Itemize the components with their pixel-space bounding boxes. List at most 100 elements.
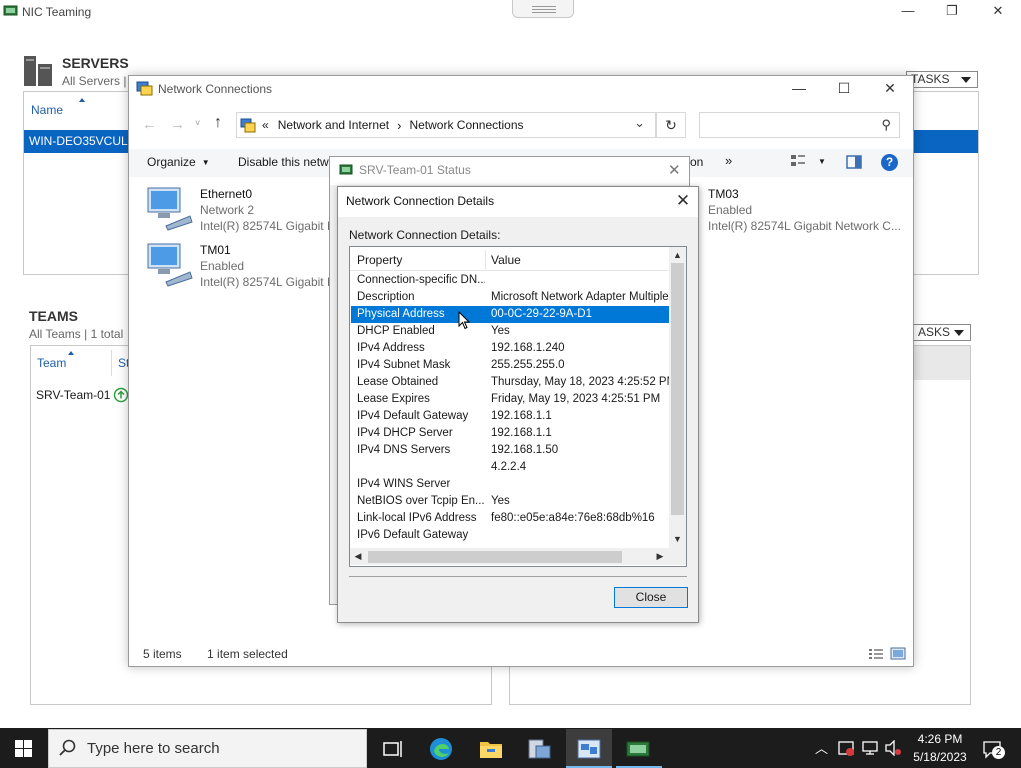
scroll-left-icon[interactable]: ◀ [353,551,363,562]
maximize-button[interactable]: ☐ [834,80,854,98]
details-row[interactable]: IPv4 Address 192.168.1.240 [351,340,669,357]
close-icon[interactable]: ✕ [672,191,694,211]
details-row-value: fe80::e05e:a84e:76e8:68db%16 [491,512,655,524]
details-row[interactable]: IPv4 WINS Server [351,476,669,493]
chevron-down-icon [954,330,964,336]
scroll-up-icon[interactable]: ▲ [671,250,684,260]
details-row[interactable]: Lease Obtained Thursday, May 18, 2023 4:2… [351,374,669,391]
preview-pane-icon[interactable] [846,155,862,169]
recent-locations-icon[interactable]: ˅ [195,118,200,128]
servers-subtitle: All Servers | [62,74,127,88]
scroll-right-icon[interactable]: ▶ [655,551,665,562]
taskbar-clock-date[interactable]: 5/18/2023 [910,750,970,764]
close-icon[interactable]: ✕ [668,161,681,179]
file-explorer-icon[interactable] [478,736,504,762]
details-row-value: Yes [491,325,510,337]
servers-tasks-label: TASKS [911,72,950,86]
vertical-scroll-thumb[interactable] [671,263,684,515]
organize-menu[interactable]: Organize ▼ [147,155,210,169]
details-row[interactable]: Lease Expires Friday, May 19, 2023 4:25:5… [351,391,669,408]
refresh-icon: ↻ [665,117,677,133]
connection-item-tm03[interactable]: TM03 Enabled Intel(R) 82574L Gigabit Net… [708,186,901,234]
team-name: SRV-Team-01 [36,388,111,402]
horizontal-scroll-thumb[interactable] [368,551,622,563]
team-column-header[interactable]: Team [37,356,66,370]
window-snap-grip[interactable] [512,0,574,18]
show-hidden-icons-chevron-icon[interactable]: ︿ [815,738,828,757]
disable-device-button[interactable]: Disable this netw [238,155,329,169]
view-options-button[interactable]: ▼ [790,154,826,168]
close-button[interactable]: ✕ [983,2,1013,22]
details-row-value: Friday, May 19, 2023 4:25:51 PM [491,393,661,405]
forward-arrow-icon[interactable]: → [170,116,185,133]
maximize-button[interactable]: ❐ [937,2,967,22]
details-row[interactable]: Physical Address 00-0C-29-22-9A-D1 [351,306,669,323]
nic-teaming-app-icon [3,5,18,16]
details-list-label: Network Connection Details: [349,228,501,242]
items-count: 5 items [143,647,182,661]
details-row-value: Thursday, May 18, 2023 4:25:52 PM [491,376,669,388]
details-row[interactable]: IPv4 DNS Servers 192.168.1.50 [351,442,669,459]
search-input[interactable]: ⚲ [699,112,900,138]
minimize-button[interactable]: — [893,2,923,22]
breadcrumb-network-internet[interactable]: Network and Internet [278,118,389,132]
details-row[interactable]: Link-local IPv6 Address fe80::e05e:a84e:7… [351,510,669,527]
details-row-value: Microsoft Network Adapter Multiplexor [491,291,669,303]
value-column-header[interactable]: Value [491,253,521,267]
back-arrow-icon[interactable]: ← [142,116,157,133]
taskbar-search-placeholder: Type here to search [87,740,220,757]
network-tray-icon[interactable] [861,740,879,756]
details-row[interactable]: Description Microsoft Network Adapter Mul… [351,289,669,306]
up-arrow-icon[interactable]: ↑ [214,114,222,132]
teams-tasks-dropdown[interactable]: ASKS [913,324,971,341]
server-manager-icon[interactable] [526,736,552,762]
details-row-property: IPv4 Default Gateway [357,410,469,422]
close-button[interactable]: Close [614,587,688,608]
status-bar: 5 items 1 item selected [143,647,288,661]
edge-browser-icon[interactable] [428,736,454,762]
details-row[interactable]: IPv4 DHCP Server 192.168.1.1 [351,425,669,442]
network-connections-taskbar-icon[interactable] [576,736,602,762]
connection-item-tm01[interactable]: TM01 Enabled Intel(R) 82574L Gigabit N [200,242,336,290]
chevron-down-icon: ▼ [818,156,826,166]
servers-tasks-dropdown[interactable]: TASKS [906,71,978,88]
connection-name: TM01 [200,243,231,257]
taskbar-clock-time[interactable]: 4:26 PM [915,732,965,746]
details-row[interactable]: DHCP Enabled Yes [351,323,669,340]
volume-muted-icon[interactable] [884,740,902,756]
more-commands-button[interactable]: » [725,153,732,168]
servers-name-column-header[interactable]: Name [31,103,63,117]
task-view-icon[interactable] [380,736,406,762]
breadcrumb-overflow[interactable]: « [262,118,269,132]
details-row[interactable]: IPv4 Default Gateway 192.168.1.1 [351,408,669,425]
details-row[interactable]: IPv4 Subnet Mask 255.255.255.0 [351,357,669,374]
address-bar[interactable]: « Network and Internet › Network Connect… [236,112,656,138]
windows-start-icon[interactable] [15,740,32,757]
breadcrumb-separator: › [397,117,402,133]
connection-item-ethernet0[interactable]: Ethernet0 Network 2 Intel(R) 82574L Giga… [200,186,336,234]
details-view-icon[interactable] [868,648,884,660]
breadcrumb-network-connections[interactable]: Network Connections [409,118,523,132]
close-button[interactable]: ✕ [880,80,900,98]
details-row[interactable]: 4.2.2.4 [351,459,669,476]
team-row[interactable]: SRV-Team-01 [36,387,129,403]
help-icon[interactable]: ? [881,154,898,171]
column-divider [111,350,112,376]
security-icon[interactable] [837,739,855,757]
details-row-value: 192.168.1.240 [491,342,565,354]
details-row[interactable]: IPv6 Default Gateway [351,527,669,544]
details-row[interactable]: Connection-specific DN... [351,272,669,289]
command-partial-label[interactable]: on [690,155,703,169]
scroll-down-icon[interactable]: ▼ [671,534,684,544]
large-icons-view-icon[interactable] [890,647,906,660]
minimize-button[interactable]: — [789,80,809,98]
details-dialog-title: Network Connection Details [346,194,495,208]
nic-teaming-taskbar-icon[interactable] [625,736,651,762]
property-column-header[interactable]: Property [357,253,402,267]
address-dropdown-icon[interactable]: ⌄ [634,115,645,131]
details-row[interactable]: NetBIOS over Tcpip En... Yes [351,493,669,510]
servers-icon [24,56,52,86]
teams-section-title: TEAMS [29,308,78,324]
nic-teaming-titlebar [0,0,1021,24]
refresh-button[interactable]: ↻ [656,112,686,138]
